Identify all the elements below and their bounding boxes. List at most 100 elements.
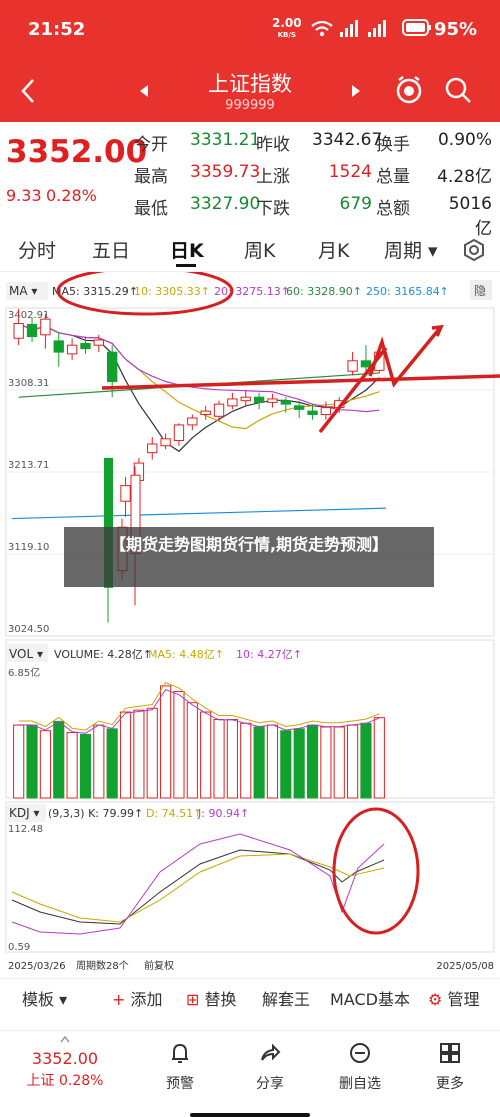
volume-bar	[226, 719, 238, 799]
price-axis-label: 3213.71	[8, 460, 49, 471]
candle-body	[253, 396, 265, 403]
bottom-action-0[interactable]: 预警	[150, 1041, 210, 1093]
toolbar-item-1[interactable]: + 添加	[112, 986, 163, 1010]
candle-body	[120, 485, 131, 502]
kdj-d-line	[11, 853, 385, 923]
toolbar-item-4[interactable]: MACD基本	[330, 986, 410, 1010]
vol-legend-1: MA5: 4.48亿↑	[148, 648, 224, 661]
volume-bar	[360, 722, 372, 799]
bottom-action-3[interactable]: 更多	[420, 1041, 480, 1093]
candle-body	[200, 410, 211, 416]
candle-body	[13, 323, 24, 339]
bell-icon	[172, 1043, 188, 1063]
kdj-axis-bottom: 0.59	[8, 942, 30, 953]
candle-body	[227, 398, 238, 407]
back-icon[interactable]	[18, 77, 38, 105]
quote-label: 最低	[134, 199, 168, 219]
toolbar-item-2[interactable]: ⊞ 替换	[186, 986, 237, 1010]
candle-body	[187, 417, 198, 426]
tab-2[interactable]: 日K	[170, 236, 204, 263]
candle-body	[93, 339, 104, 346]
signal-icon-2	[368, 20, 386, 37]
prev-stock-icon[interactable]	[138, 84, 150, 98]
date-start: 2025/03/26	[8, 961, 66, 972]
page-title: 上证指数	[208, 72, 292, 96]
volume-bar	[186, 702, 198, 799]
overlay-banner: 【期货走势图期货行情,期货走势预测】	[64, 527, 434, 587]
volume-bar	[200, 711, 212, 799]
bottom-action-label: 删自选	[339, 1076, 381, 1092]
toolbar-label: 添加	[130, 990, 163, 1009]
alarm-clock-icon[interactable]	[394, 74, 424, 106]
ma-selector-label: MA ▾	[9, 284, 37, 298]
kdj-selector-label: KDJ ▾	[9, 806, 40, 820]
candle-body	[40, 318, 51, 336]
expand-up-icon[interactable]	[60, 1035, 70, 1043]
remove-icon	[350, 1043, 370, 1063]
ma20-line	[18, 322, 380, 413]
bottom-action-label: 更多	[436, 1076, 464, 1092]
home-indicator	[190, 1113, 310, 1117]
candle-body	[26, 323, 38, 338]
bottom-action-1[interactable]: 分享	[240, 1041, 300, 1093]
search-icon[interactable]	[444, 76, 472, 106]
volume-bar	[146, 707, 158, 799]
quote-value: 3359.73	[190, 162, 261, 182]
volume-bar	[280, 730, 292, 799]
hide-legend-label: 隐	[474, 284, 486, 298]
vol-ma10-line	[18, 688, 380, 734]
volume-bar	[333, 726, 345, 799]
candle-body	[294, 405, 305, 410]
candle-body	[307, 410, 318, 416]
kdj-legend-0: (9,3,3) K: 79.99↑	[48, 807, 143, 820]
candle-body	[360, 360, 372, 368]
toolbar-item-5[interactable]: ⚙ 管理	[428, 986, 479, 1010]
bottom-price: 3352.00	[31, 1049, 99, 1068]
ma-legend-0: MA5: 3315.29↑	[52, 285, 138, 298]
tab-0[interactable]: 分时	[18, 236, 56, 263]
ma250-line	[11, 507, 387, 520]
kdj-axis-top: 112.48	[8, 824, 43, 835]
toolbar-label: 替换	[204, 990, 237, 1009]
tab-1[interactable]: 五日	[92, 236, 130, 263]
toolbar-label: MACD基本	[330, 990, 410, 1009]
tab-5[interactable]: 周期 ▾	[384, 236, 438, 263]
volume-bar	[320, 726, 332, 799]
active-tab-indicator	[176, 264, 196, 267]
more-icon	[440, 1043, 460, 1063]
bottom-sub: 上证 0.28%	[26, 1073, 104, 1089]
vol-legend-0: VOLUME: 4.28亿↑	[54, 648, 152, 661]
kline-chart[interactable]: 3402.91 3308.31 3213.71 3119.10 3024.50 MA ▾ M…	[0, 266, 500, 976]
price-axis-label: 3024.50	[8, 624, 49, 635]
toolbar-item-0[interactable]: 模板 ▾	[22, 986, 67, 1010]
bottom-action-2[interactable]: 删自选	[330, 1041, 390, 1093]
quote-label: 最高	[134, 167, 168, 187]
candle-body	[240, 396, 251, 402]
chart-svg: 3402.913308.313213.713119.103024.50MA ▾ M…	[5, 266, 500, 972]
toolbar-item-3[interactable]: 解套王	[262, 986, 310, 1010]
kdj-panel-frame	[5, 801, 495, 953]
volume-bar	[39, 730, 51, 799]
vol-axis-top: 6.85亿	[8, 666, 40, 679]
vol-legend-2: 10: 4.27亿↑	[236, 648, 302, 661]
volume-bar	[266, 724, 279, 799]
candle-body	[66, 344, 78, 355]
volume-bar	[253, 726, 265, 799]
vol-ma5-line	[18, 681, 380, 731]
toolbar-label: 模板 ▾	[22, 990, 68, 1009]
quote-value: 3331.21	[190, 130, 261, 150]
tab-4[interactable]: 月K	[318, 236, 349, 263]
ma-legend-1: 10: 3305.33↑	[134, 285, 210, 298]
price-change: 9.33	[6, 186, 42, 205]
battery-icon	[402, 19, 431, 36]
settings-icon[interactable]	[462, 238, 486, 262]
bottom-quote[interactable]: 3352.00 上证 0.28%	[20, 1049, 110, 1090]
chart-toolbar: 模板 ▾ + 添加 ⊞ 替换 解套王 MACD基本 ⚙ 管理	[0, 978, 500, 1014]
quote-value: 679	[339, 194, 372, 214]
add-icon: +	[112, 990, 131, 1009]
candle-body	[280, 400, 291, 405]
tab-3[interactable]: 周K	[244, 236, 275, 263]
volume-bar	[240, 722, 252, 799]
candle-body	[53, 340, 64, 353]
next-stock-icon[interactable]	[350, 84, 362, 98]
